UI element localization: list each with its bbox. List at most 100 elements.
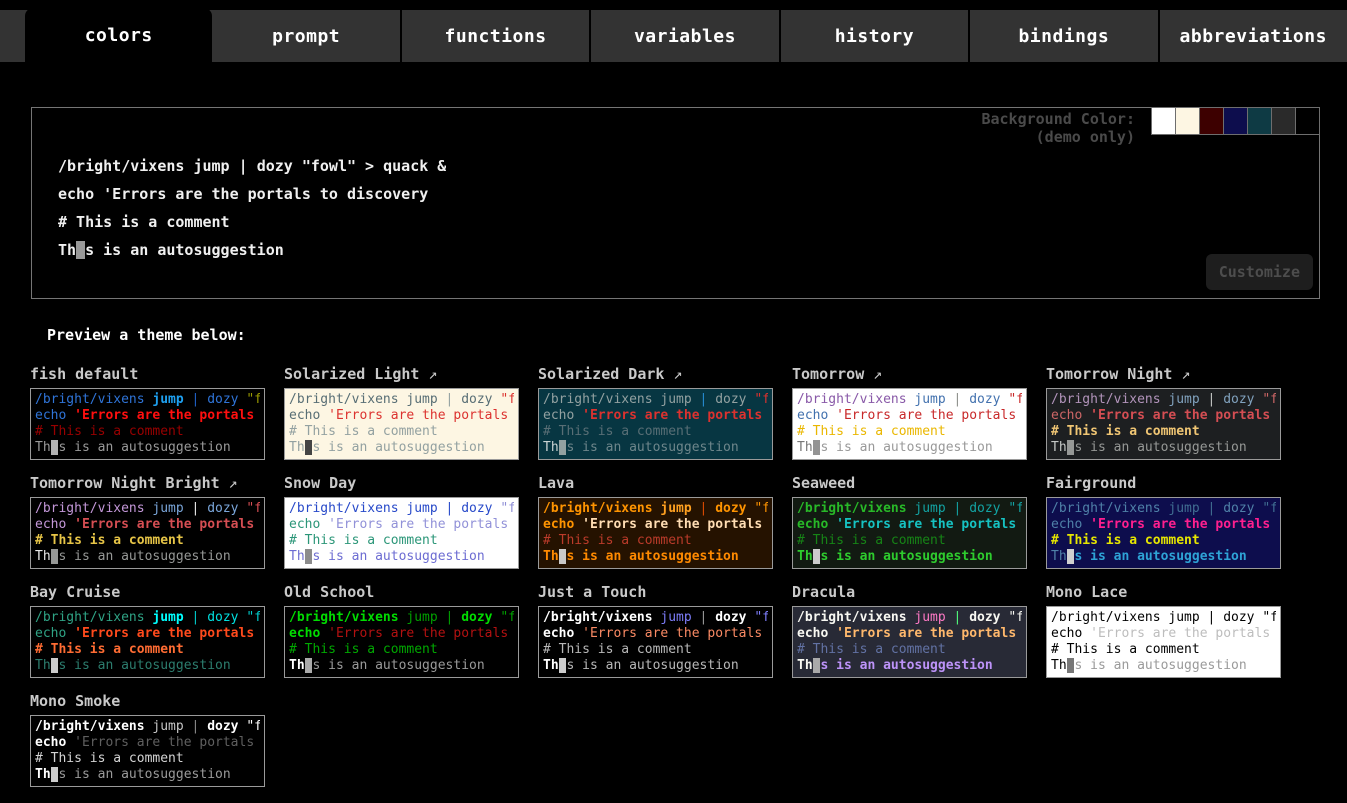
tab-history[interactable]: history — [781, 10, 970, 62]
theme-preview-box[interactable]: /bright/vixens jump | dozy "fowl" > quac… — [284, 497, 519, 569]
theme-preview-box[interactable]: /bright/vixens jump | dozy "fowl" > quac… — [1046, 606, 1281, 678]
external-link-icon[interactable]: ↗ — [864, 365, 882, 383]
preview-line: echo 'Errors are the portals to discover… — [543, 408, 768, 424]
theme-grid: fish default /bright/vixens jump | dozy … — [30, 365, 1347, 801]
current-theme-preview-panel: Background Color: (demo only) /bright/vi… — [31, 107, 1320, 299]
preview-line: # This is a comment — [1051, 533, 1276, 549]
preview-line: # This is a comment — [1051, 424, 1276, 440]
theme-cell-solarized-light: Solarized Light ↗ /bright/vixens jump | … — [284, 365, 538, 460]
preview-line: # This is a comment — [289, 424, 514, 440]
bg-swatch-1[interactable] — [1151, 107, 1176, 135]
theme-preview-box[interactable]: /bright/vixens jump | dozy "fowl" > quac… — [30, 606, 265, 678]
theme-cell-just-a-touch: Just a Touch /bright/vixens jump | dozy … — [538, 583, 792, 678]
theme-title: Solarized Dark ↗ — [538, 365, 792, 382]
preview-line: echo 'Errors are the portals to discover… — [35, 408, 260, 424]
theme-title: Dracula — [792, 583, 1046, 600]
theme-preview-box[interactable]: /bright/vixens jump | dozy "fowl" > quac… — [284, 388, 519, 460]
preview-line: echo 'Errors are the portals to discover… — [797, 517, 1022, 533]
theme-preview-box[interactable]: /bright/vixens jump | dozy "fowl" > quac… — [30, 388, 265, 460]
preview-line: echo 'Errors are the portals to discover… — [289, 626, 514, 642]
preview-line: This is an autosuggestion — [1051, 658, 1276, 674]
tab-bindings[interactable]: bindings — [970, 10, 1159, 62]
preview-line: This is an autosuggestion — [35, 549, 260, 565]
preview-line: echo 'Errors are the portals to discover… — [35, 735, 260, 751]
bg-swatch-3[interactable] — [1199, 107, 1224, 135]
tab-variables[interactable]: variables — [591, 10, 780, 62]
theme-title: Solarized Light ↗ — [284, 365, 538, 382]
theme-preview-box[interactable]: /bright/vixens jump | dozy "fowl" > quac… — [792, 388, 1027, 460]
theme-title: Old School — [284, 583, 538, 600]
preview-line: /bright/vixens jump | dozy "fowl" > quac… — [543, 392, 768, 408]
theme-title: Lava — [538, 474, 792, 491]
theme-cell-bay-cruise: Bay Cruise /bright/vixens jump | dozy "f… — [30, 583, 284, 678]
bg-swatch-5[interactable] — [1247, 107, 1272, 135]
theme-title: Fairground — [1046, 474, 1300, 491]
preview-line: /bright/vixens jump | dozy "fowl" > quac… — [58, 152, 446, 180]
theme-preview-box[interactable]: /bright/vixens jump | dozy "fowl" > quac… — [30, 715, 265, 787]
preview-line: /bright/vixens jump | dozy "fowl" > quac… — [797, 501, 1022, 517]
preview-line: This is an autosuggestion — [289, 658, 514, 674]
theme-cell-lava: Lava /bright/vixens jump | dozy "fowl" >… — [538, 474, 792, 569]
preview-line: /bright/vixens jump | dozy "fowl" > quac… — [543, 610, 768, 626]
preview-line: # This is a comment — [797, 642, 1022, 658]
tab-abbreviations[interactable]: abbreviations — [1160, 10, 1347, 62]
preview-line: This is an autosuggestion — [1051, 549, 1276, 565]
preview-line: /bright/vixens jump | dozy "fowl" > quac… — [1051, 392, 1276, 408]
theme-preview-box[interactable]: /bright/vixens jump | dozy "fowl" > quac… — [1046, 388, 1281, 460]
theme-title: Tomorrow Night Bright ↗ — [30, 474, 284, 491]
preview-line: # This is a comment — [543, 642, 768, 658]
preview-line: This is an autosuggestion — [35, 440, 260, 456]
preview-line: echo 'Errors are the portals to discover… — [35, 626, 260, 642]
theme-cell-mono-smoke: Mono Smoke /bright/vixens jump | dozy "f… — [30, 692, 284, 787]
preview-line: echo 'Errors are the portals to discover… — [797, 408, 1022, 424]
external-link-icon[interactable]: ↗ — [664, 365, 682, 383]
tab-functions[interactable]: functions — [402, 10, 591, 62]
bg-swatch-4[interactable] — [1223, 107, 1248, 135]
theme-title: Snow Day — [284, 474, 538, 491]
preview-line: # This is a comment — [289, 533, 514, 549]
preview-line: /bright/vixens jump | dozy "fowl" > quac… — [35, 392, 260, 408]
theme-preview-box[interactable]: /bright/vixens jump | dozy "fowl" > quac… — [284, 606, 519, 678]
preview-line: echo 'Errors are the portals to discover… — [58, 180, 446, 208]
customize-button[interactable]: Customize — [1206, 254, 1313, 290]
text-cursor: i — [76, 241, 85, 259]
external-link-icon[interactable]: ↗ — [419, 365, 437, 383]
preview-line: # This is a comment — [35, 642, 260, 658]
preview-line: # This is a comment — [58, 208, 446, 236]
preview-line: /bright/vixens jump | dozy "fowl" > quac… — [289, 501, 514, 517]
tab-prompt[interactable]: prompt — [212, 10, 401, 62]
theme-preview-box[interactable]: /bright/vixens jump | dozy "fowl" > quac… — [538, 497, 773, 569]
background-color-swatches — [1152, 107, 1320, 135]
preview-line: echo 'Errors are the portals to discover… — [1051, 626, 1276, 642]
theme-preview-box[interactable]: /bright/vixens jump | dozy "fowl" > quac… — [792, 606, 1027, 678]
bg-swatch-6[interactable] — [1271, 107, 1296, 135]
theme-cell-fish-default: fish default /bright/vixens jump | dozy … — [30, 365, 284, 460]
preview-line: # This is a comment — [289, 642, 514, 658]
external-link-icon[interactable]: ↗ — [1172, 365, 1190, 383]
external-link-icon[interactable]: ↗ — [220, 474, 238, 492]
bg-swatch-2[interactable] — [1175, 107, 1200, 135]
preview-line: This is an autosuggestion — [35, 767, 260, 783]
bg-swatch-7[interactable] — [1295, 107, 1320, 135]
preview-line: /bright/vixens jump | dozy "fowl" > quac… — [35, 610, 260, 626]
theme-title: Just a Touch — [538, 583, 792, 600]
theme-preview-box[interactable]: /bright/vixens jump | dozy "fowl" > quac… — [538, 388, 773, 460]
preview-line: This is an autosuggestion — [35, 658, 260, 674]
preview-line: /bright/vixens jump | dozy "fowl" > quac… — [797, 392, 1022, 408]
tab-colors[interactable]: colors — [25, 8, 212, 62]
theme-cell-old-school: Old School /bright/vixens jump | dozy "f… — [284, 583, 538, 678]
preview-line: This is an autosuggestion — [289, 440, 514, 456]
preview-line: This is an autosuggestion — [58, 236, 446, 264]
theme-preview-box[interactable]: /bright/vixens jump | dozy "fowl" > quac… — [792, 497, 1027, 569]
theme-cell-seaweed: Seaweed /bright/vixens jump | dozy "fowl… — [792, 474, 1046, 569]
theme-preview-box[interactable]: /bright/vixens jump | dozy "fowl" > quac… — [30, 497, 265, 569]
theme-title: Mono Lace — [1046, 583, 1300, 600]
theme-title: Tomorrow Night ↗ — [1046, 365, 1300, 382]
preview-line: /bright/vixens jump | dozy "fowl" > quac… — [35, 501, 260, 517]
preview-line: # This is a comment — [35, 533, 260, 549]
preview-line: /bright/vixens jump | dozy "fowl" > quac… — [35, 719, 260, 735]
theme-preview-box[interactable]: /bright/vixens jump | dozy "fowl" > quac… — [538, 606, 773, 678]
theme-preview-box[interactable]: /bright/vixens jump | dozy "fowl" > quac… — [1046, 497, 1281, 569]
preview-line: /bright/vixens jump | dozy "fowl" > quac… — [543, 501, 768, 517]
preview-line: echo 'Errors are the portals to discover… — [543, 626, 768, 642]
